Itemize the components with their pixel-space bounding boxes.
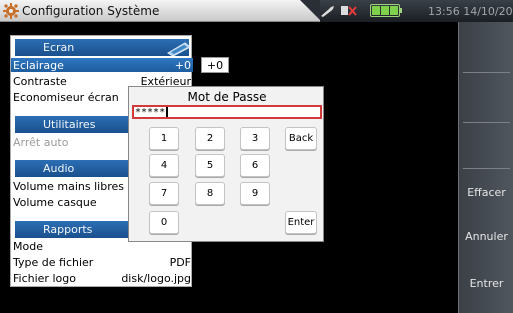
key-5[interactable]: 5	[195, 154, 225, 177]
status-wedge	[300, 0, 322, 22]
section-title: Ecran	[43, 41, 75, 54]
row-label: Contraste	[13, 74, 67, 88]
password-dialog: Mot de Passe ***** 1 2 3 Back 4 5 6 7 8 …	[128, 86, 324, 242]
entrer-button[interactable]: Entrer	[459, 259, 513, 307]
key-0[interactable]: 0	[149, 211, 179, 234]
section-title: Rapports	[43, 223, 93, 236]
wrench-icon	[321, 6, 334, 17]
key-3[interactable]: 3	[240, 127, 270, 150]
key-2[interactable]: 2	[195, 127, 225, 150]
password-mask: *****	[135, 106, 166, 118]
row-value: PDF	[169, 255, 191, 269]
clock: 13:56 14/10/2016	[428, 5, 513, 18]
screen-icon	[167, 42, 191, 57]
key-8[interactable]: 8	[195, 182, 225, 205]
softkey-2[interactable]	[459, 73, 513, 121]
softkey-panel: Effacer Annuler Entrer	[458, 22, 513, 313]
key-enter[interactable]: Enter	[285, 211, 317, 234]
section-header-ecran: Ecran	[15, 39, 191, 57]
key-7[interactable]: 7	[149, 182, 179, 205]
row-label: Fichier logo	[13, 271, 76, 285]
row-label: Mode	[13, 239, 43, 253]
effacer-button[interactable]: Effacer	[459, 168, 513, 216]
softkey-1[interactable]	[459, 22, 513, 70]
key-6[interactable]: 6	[240, 154, 270, 177]
network-icon	[341, 6, 357, 16]
row-label: Eclairage	[13, 58, 64, 72]
eclairage-edit-value[interactable]: +0	[201, 57, 229, 73]
dialog-title: Mot de Passe	[187, 90, 267, 104]
row-label: Economiseur écran	[13, 90, 119, 104]
softkey-3[interactable]	[459, 123, 513, 171]
annuler-button[interactable]: Annuler	[459, 212, 513, 260]
row-fichier-logo[interactable]: Fichier logo disk/logo.jpg	[11, 271, 193, 285]
key-4[interactable]: 4	[149, 154, 179, 177]
row-label: Type de fichier	[13, 255, 94, 269]
gear-icon	[3, 3, 19, 19]
row-label: Arrêt auto	[13, 135, 69, 149]
section-title: Audio	[43, 162, 75, 175]
row-eclairage[interactable]: Eclairage +0	[11, 58, 193, 72]
row-label: Volume casque	[13, 195, 97, 209]
password-input[interactable]: *****	[132, 105, 322, 119]
row-label: Volume mains libres	[13, 179, 124, 193]
section-title: Utilitaires	[43, 118, 96, 131]
key-back[interactable]: Back	[285, 127, 317, 150]
row-type-fichier[interactable]: Type de fichier PDF	[11, 255, 193, 269]
window-title: Configuration Système	[22, 4, 160, 18]
row-value: +0	[174, 58, 191, 72]
battery-tip	[400, 8, 402, 13]
key-1[interactable]: 1	[149, 127, 179, 150]
text-caret	[166, 107, 169, 117]
key-9[interactable]: 9	[240, 182, 270, 205]
row-value: disk/logo.jpg	[121, 271, 191, 285]
title-bar: Configuration Système 13:56 14/10/2016	[0, 0, 513, 22]
battery-icon	[370, 4, 400, 17]
